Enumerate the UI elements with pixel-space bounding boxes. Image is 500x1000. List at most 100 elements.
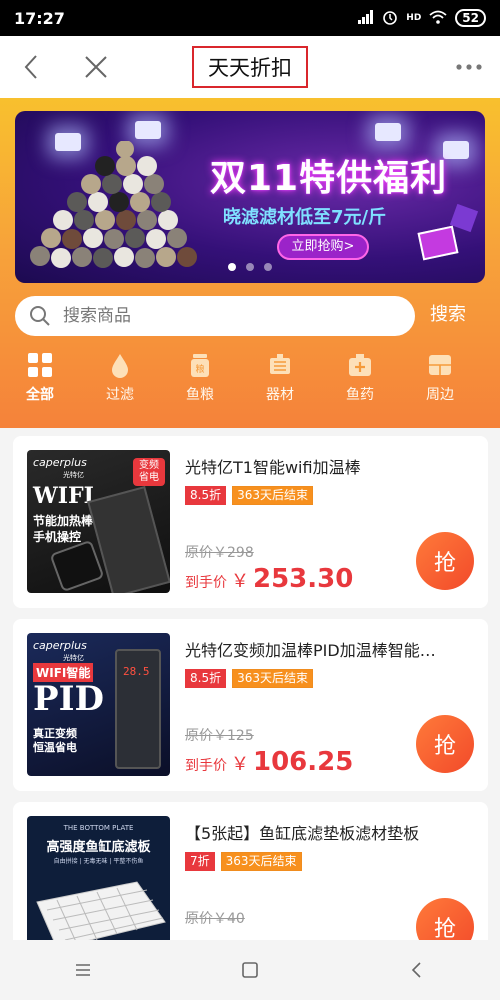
stage-light-icon [375,123,401,141]
banner-buy-button[interactable]: 立即抢购> [277,234,369,260]
grab-button[interactable]: 抢 [416,715,474,773]
product-image[interactable]: caperplus 光特亿 WIFI智能 PID 真正变频 恒温省电 28.5 [27,633,170,776]
original-price: 原价￥125 [185,728,254,744]
discount-badge: 8.5折 [185,669,227,688]
search-box[interactable] [15,296,415,336]
wifi-icon [429,10,447,27]
water-drop-icon [112,354,128,378]
network-label: HD [406,13,422,23]
status-bar: 17:27 HD 52 [0,0,500,36]
menu-icon[interactable] [70,957,96,983]
category-label: 全部 [26,387,54,403]
category-all[interactable]: 全部 [0,352,80,412]
home-icon[interactable] [237,957,263,983]
search-icon [29,305,51,327]
product-image-headline: 高强度鱼缸底滤板 [46,840,151,855]
carousel-dot[interactable] [246,263,254,271]
product-image-pid: PID [33,679,104,719]
category-filter[interactable]: 过滤 [80,352,160,412]
back-icon[interactable] [18,53,46,81]
close-icon[interactable] [82,53,110,81]
category-label: 鱼粮 [186,387,214,403]
category-accessories[interactable]: 周边 [400,352,480,412]
product-card[interactable]: THE BOTTOM PLATE 高强度鱼缸底滤板 自由拼接 | 无毒无味 | … [13,802,488,956]
product-name[interactable]: 光特亿变频加温棒PID加温棒智能… [185,637,470,661]
product-name[interactable]: 光特亿T1智能wifi加温棒 [185,454,470,478]
product-tags: 8.5折 363天后结束 [185,486,313,505]
product-image-line: 恒温省电 [33,741,77,754]
category-label: 器材 [266,387,294,403]
nav-bar: 天天折扣 [0,36,500,98]
final-price: 到手价 ￥ 253.30 [185,564,353,594]
search-input[interactable] [63,306,383,326]
category-label: 周边 [426,387,454,403]
product-image-caption: THE BOTTOM PLATE [63,824,134,832]
product-image-brand-sub: 光特亿 [63,654,84,662]
final-price-label: 到手价 [185,758,227,774]
price-value: 253.30 [253,564,354,594]
product-image-line: 节能加热棒 [33,514,94,528]
cube-decoration-icon [449,203,479,233]
carousel-dot[interactable] [264,263,272,271]
product-tags: 7折 363天后结束 [185,852,302,871]
food-jar-icon: 粮 [191,354,209,377]
category-label: 过滤 [106,387,134,403]
system-nav-bar [0,940,500,1000]
filter-media-balls-image [30,141,197,268]
product-tags: 8.5折 363天后结束 [185,669,313,688]
discount-badge: 8.5折 [185,486,227,505]
grab-button[interactable]: 抢 [416,532,474,590]
status-time: 17:27 [14,8,65,28]
promo-banner[interactable]: 双11特供福利 晓滤滤材低至7元/斤 立即抢购> [15,111,485,283]
page-title: 天天折扣 [192,46,308,88]
ends-badge: 363天后结束 [232,486,313,505]
product-image-caption: 自由拼接 | 无毒无味 | 平整不伤鱼 [53,858,144,865]
product-image-headline: WIFI [33,483,94,509]
category-fish-food[interactable]: 粮 鱼粮 [160,352,240,412]
product-image-line: 手机操控 [33,530,82,544]
product-image-brand: caperplus [33,456,87,469]
stage-light-icon [135,121,161,139]
equipment-icon [270,354,290,374]
carousel-indicator [15,263,485,271]
discount-badge: 7折 [185,852,215,871]
svg-text:粮: 粮 [195,363,204,375]
category-label: 鱼药 [346,387,374,403]
ends-badge: 363天后结束 [232,669,313,688]
currency-symbol: ￥ [231,571,249,592]
product-card[interactable]: caperplus 光特亿 WIFI 节能加热棒 手机操控 变频省电 光特亿T1… [13,436,488,608]
ends-badge: 363天后结束 [220,852,302,871]
product-image-brand-sub: 光特亿 [63,471,84,479]
product-image-brand: caperplus [33,639,87,652]
accessory-icon [429,355,451,375]
more-icon[interactable] [454,53,484,81]
product-image[interactable]: THE BOTTOM PLATE 高强度鱼缸底滤板 自由拼接 | 无毒无味 | … [27,816,170,952]
final-price: 到手价 ￥ 106.25 [185,747,353,777]
phone-device-shape [49,539,105,593]
product-image[interactable]: caperplus 光特亿 WIFI 节能加热棒 手机操控 变频省电 [27,450,170,593]
category-medicine[interactable]: 鱼药 [320,352,400,412]
category-equipment[interactable]: 器材 [240,352,320,412]
signal-icon [358,9,374,27]
grid-icon [28,353,52,377]
final-price-label: 到手价 [185,575,227,591]
banner-subtitle: 晓滤滤材低至7元/斤 [223,207,387,228]
search-button[interactable]: 搜索 [430,300,466,326]
back-nav-icon[interactable] [404,957,430,983]
carousel-dot[interactable] [228,263,236,271]
original-price: 原价￥40 [185,911,245,927]
device-display-value: 28.5 [123,665,150,678]
price-value: 106.25 [253,747,354,777]
status-icons: HD 52 [358,9,486,28]
original-price: 原价￥298 [185,545,254,561]
banner-title: 双11特供福利 [210,158,448,199]
product-name[interactable]: 【5张起】鱼缸底滤垫板滤材垫板 [185,820,470,844]
currency-symbol: ￥ [231,754,249,775]
battery-indicator: 52 [455,9,486,27]
gift-box-icon [417,225,459,261]
product-card[interactable]: caperplus 光特亿 WIFI智能 PID 真正变频 恒温省电 28.5 … [13,619,488,791]
category-tabs: 全部 过滤 粮 鱼粮 器材 鱼药 周边 [0,352,500,412]
product-image-badge: 变频省电 [133,458,165,486]
alarm-icon [382,9,398,28]
medicine-box-icon [349,354,371,376]
